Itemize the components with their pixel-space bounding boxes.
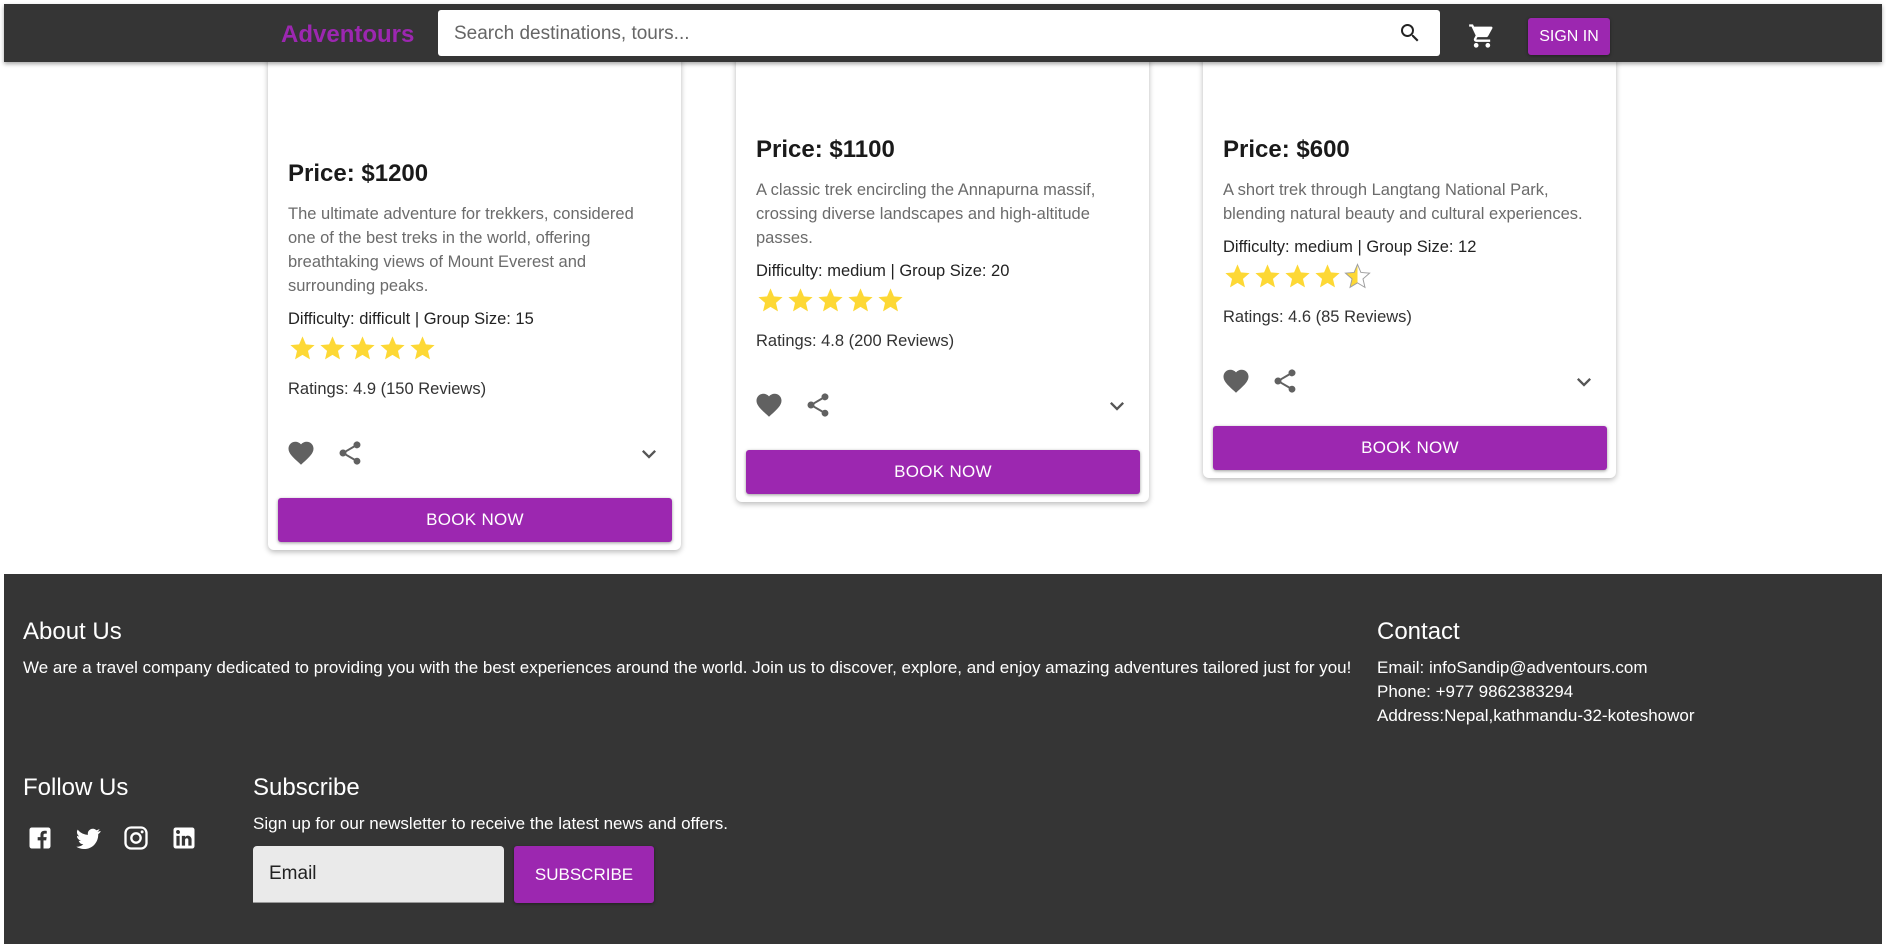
tour-meta: Difficulty: medium | Group Size: 20	[756, 262, 1010, 280]
star-filled-icon	[290, 336, 315, 360]
contact-address: Address:Nepal,kathmandu-32-koteshowor	[1377, 706, 1695, 725]
share-icon[interactable]	[336, 439, 364, 467]
tour-description: The ultimate adventure for trekkers, con…	[288, 205, 634, 295]
star-filled-icon	[818, 288, 843, 312]
subscribe-title: Subscribe	[253, 774, 360, 801]
search-input[interactable]	[452, 10, 1376, 58]
brand-logo[interactable]: Adventours	[281, 21, 414, 49]
tour-price: Price: $1100	[756, 136, 895, 163]
star-filled-icon	[1225, 264, 1250, 288]
tour-description: A short trek through Langtang National P…	[1223, 181, 1583, 223]
tour-ratings: Ratings: 4.8 (200 Reviews)	[756, 332, 955, 350]
share-icon[interactable]	[1271, 367, 1299, 395]
subscribe-text: Sign up for our newsletter to receive th…	[253, 814, 729, 833]
linkedin-icon[interactable]	[170, 824, 198, 852]
tour-description: A classic trek encircling the Annapurna …	[756, 181, 1096, 247]
about-text: We are a travel company dedicated to pro…	[23, 658, 1352, 677]
rating-stars	[756, 286, 905, 316]
tour-meta: Difficulty: difficult | Group Size: 15	[288, 310, 534, 328]
newsletter-email-input[interactable]	[253, 846, 504, 903]
tour-price: Price: $1200	[288, 160, 429, 187]
star-filled-icon	[1285, 264, 1310, 288]
star-filled-icon	[380, 336, 405, 360]
expand-more-icon[interactable]	[635, 440, 663, 468]
share-icon[interactable]	[804, 391, 832, 419]
search-icon[interactable]	[1398, 21, 1422, 45]
about-title: About Us	[23, 618, 122, 645]
contact-email: Email: infoSandip@adventours.com	[1377, 658, 1648, 677]
tour-card: Price: $1100 A classic trek encircling t…	[736, 20, 1149, 502]
star-filled-icon	[320, 336, 345, 360]
star-half-icon	[1344, 263, 1371, 289]
instagram-icon[interactable]	[122, 824, 150, 852]
star-filled-icon	[878, 288, 903, 312]
book-now-button[interactable]: BOOK NOW	[1213, 426, 1607, 470]
cart-icon[interactable]	[1468, 22, 1496, 50]
facebook-icon[interactable]	[26, 824, 54, 852]
follow-title: Follow Us	[23, 774, 129, 801]
book-now-button[interactable]: BOOK NOW	[278, 498, 672, 542]
book-now-button[interactable]: BOOK NOW	[746, 450, 1140, 494]
expand-more-icon[interactable]	[1103, 392, 1131, 420]
tour-ratings: Ratings: 4.6 (85 Reviews)	[1223, 308, 1412, 326]
social-links	[26, 824, 198, 852]
subscribe-button[interactable]: SUBSCRIBE	[514, 846, 654, 903]
favorite-icon[interactable]	[754, 390, 784, 420]
star-filled-icon	[1315, 264, 1340, 288]
contact-title: Contact	[1377, 618, 1460, 645]
search-bar[interactable]	[438, 10, 1440, 58]
rating-stars	[288, 334, 437, 364]
rating-stars	[1223, 262, 1372, 292]
star-filled-icon	[848, 288, 873, 312]
star-filled-icon	[788, 288, 813, 312]
sign-in-button[interactable]: SIGN IN	[1528, 18, 1610, 55]
star-filled-icon	[758, 288, 783, 312]
tour-price: Price: $600	[1223, 136, 1350, 163]
star-filled-icon	[410, 336, 435, 360]
tour-card: Price: $1200 The ultimate adventure for …	[268, 20, 681, 550]
favorite-icon[interactable]	[286, 438, 316, 468]
expand-more-icon[interactable]	[1570, 368, 1598, 396]
tour-card: Price: $600 A short trek through Langtan…	[1203, 20, 1616, 478]
star-filled-icon	[1255, 264, 1280, 288]
app-header: Adventours SIGN IN	[4, 4, 1882, 62]
favorite-icon[interactable]	[1221, 366, 1251, 396]
star-filled-icon	[350, 336, 375, 360]
contact-phone: Phone: +977 9862383294	[1377, 682, 1574, 701]
tour-meta: Difficulty: medium | Group Size: 12	[1223, 238, 1477, 256]
twitter-icon[interactable]	[74, 824, 102, 852]
tour-ratings: Ratings: 4.9 (150 Reviews)	[288, 380, 487, 398]
site-footer: About Us We are a travel company dedicat…	[4, 574, 1882, 944]
